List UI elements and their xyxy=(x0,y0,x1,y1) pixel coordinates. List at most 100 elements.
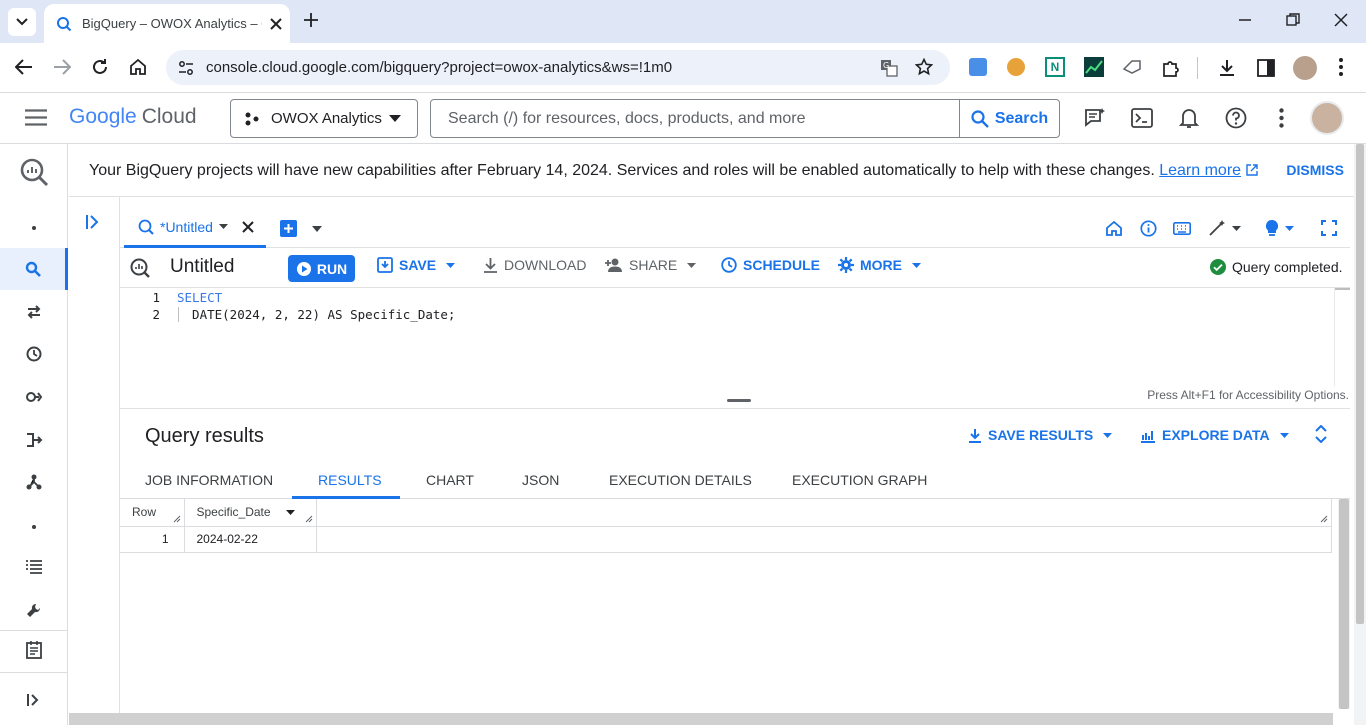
sort-arrow-icon[interactable] xyxy=(285,510,295,515)
help-button[interactable] xyxy=(1225,107,1247,129)
restore-button[interactable] xyxy=(1286,13,1300,27)
extension-5-icon[interactable] xyxy=(1122,59,1142,75)
nav-expand-button[interactable] xyxy=(0,679,68,721)
lightbulb-icon xyxy=(1265,219,1279,236)
results-scrollbar[interactable] xyxy=(1338,499,1350,709)
home-button[interactable] xyxy=(129,58,147,76)
minimize-button[interactable] xyxy=(1238,13,1252,27)
new-tab-button[interactable] xyxy=(302,11,320,29)
ideas-button[interactable] xyxy=(1265,219,1294,237)
project-picker[interactable]: OWOX Analytics xyxy=(230,99,418,138)
learn-more-link[interactable]: Learn more xyxy=(1159,162,1241,179)
query-title[interactable]: Untitled xyxy=(170,256,234,278)
back-button[interactable] xyxy=(15,59,33,75)
tab-execution-details[interactable]: EXECUTION DETAILS xyxy=(609,472,752,488)
info-icon xyxy=(1140,220,1157,237)
download-button[interactable]: DOWNLOAD xyxy=(483,257,586,273)
forward-button[interactable] xyxy=(53,59,71,75)
query-toolbar: Untitled RUN SAVE DOWNLOAD SHARE SCHEDUL… xyxy=(120,248,1350,288)
resize-handle-icon[interactable] xyxy=(1320,515,1328,523)
page-scrollbar[interactable] xyxy=(1354,144,1366,725)
browser-tab[interactable]: BigQuery – OWOX Analytics – G xyxy=(44,4,290,43)
save-results-button[interactable]: SAVE RESULTS xyxy=(968,427,1113,443)
save-button[interactable]: SAVE xyxy=(377,257,456,273)
keyboard-shortcuts-button[interactable] xyxy=(1173,222,1191,235)
browser-menu-button[interactable] xyxy=(1339,58,1343,76)
nav-item-partner-center[interactable] xyxy=(0,461,68,503)
account-avatar[interactable] xyxy=(1310,101,1344,135)
tab-json[interactable]: JSON xyxy=(522,472,559,488)
reload-button[interactable] xyxy=(91,58,109,76)
download-button-label: DOWNLOAD xyxy=(504,257,587,273)
nav-item-monitoring[interactable] xyxy=(0,546,68,588)
extensions-button[interactable] xyxy=(1161,58,1181,78)
dismiss-button[interactable]: DISMISS xyxy=(1286,162,1344,178)
nav-dot-2 xyxy=(0,506,68,548)
nav-item-sql-workspace[interactable] xyxy=(0,248,68,290)
editor-tab-untitled[interactable]: *Untitled xyxy=(124,208,266,248)
translate-icon[interactable]: G xyxy=(880,59,898,77)
more-button[interactable]: MORE xyxy=(838,257,921,273)
chart-extension-icon[interactable] xyxy=(1084,57,1104,77)
nav-item-dataform[interactable] xyxy=(0,419,68,461)
close-tab-icon[interactable] xyxy=(270,17,282,30)
settings-menu-button[interactable] xyxy=(1279,108,1284,128)
resize-handle-icon[interactable] xyxy=(305,515,313,523)
code-line: DATE(2024, 2, 22) AS Specific_Date; xyxy=(177,307,456,322)
resize-handle-icon[interactable] xyxy=(173,515,181,523)
bigquery-product-logo[interactable] xyxy=(0,150,68,194)
home-tab-button[interactable] xyxy=(1106,221,1122,236)
editor-scrollbar[interactable] xyxy=(1334,288,1350,386)
expand-explorer-button[interactable] xyxy=(85,214,101,230)
downloads-button[interactable] xyxy=(1217,58,1237,78)
tab-execution-graph[interactable]: EXECUTION GRAPH xyxy=(792,472,927,488)
explore-data-button[interactable]: EXPLORE DATA xyxy=(1140,427,1289,443)
nav-item-analytics-hub[interactable] xyxy=(0,376,68,418)
search-button-label: Search xyxy=(994,109,1049,127)
column-header-specific-date[interactable]: Specific_Date xyxy=(184,499,317,527)
tab-results[interactable]: RESULTS xyxy=(318,472,382,488)
google-cloud-logo[interactable]: Google Cloud xyxy=(69,105,197,129)
bookmark-star-icon[interactable] xyxy=(915,58,933,76)
nav-item-scheduled-queries[interactable] xyxy=(0,333,68,375)
gemini-button[interactable] xyxy=(1084,107,1106,129)
sql-editor[interactable]: 1 2 SELECT DATE(2024, 2, 22) AS Specific… xyxy=(120,288,1350,408)
side-panel-button[interactable] xyxy=(1257,59,1275,77)
nav-item-release-notes[interactable] xyxy=(0,629,68,671)
nav-item-administration[interactable] xyxy=(0,589,68,631)
cookie-extension-icon[interactable] xyxy=(1007,58,1025,76)
cloud-shell-button[interactable] xyxy=(1131,108,1153,128)
assist-button[interactable] xyxy=(1208,219,1241,237)
url-bar[interactable]: console.cloud.google.com/bigquery?projec… xyxy=(166,50,950,85)
tab-job-information[interactable]: JOB INFORMATION xyxy=(145,472,273,488)
share-button[interactable]: SHARE xyxy=(605,257,697,273)
resize-handle[interactable] xyxy=(727,399,751,402)
close-window-button[interactable] xyxy=(1334,13,1348,27)
main-menu-button[interactable] xyxy=(25,109,47,126)
horizontal-scrollbar[interactable] xyxy=(69,713,1333,725)
new-query-button[interactable] xyxy=(280,220,297,237)
table-row[interactable]: 1 2024-02-22 xyxy=(120,526,1332,553)
fullscreen-button[interactable] xyxy=(1321,220,1337,236)
run-button[interactable]: RUN xyxy=(288,255,355,282)
schedule-button[interactable]: SCHEDULE xyxy=(721,257,820,273)
extension-1-icon[interactable] xyxy=(969,58,987,76)
notifications-button[interactable] xyxy=(1179,107,1199,129)
tab-search-button[interactable] xyxy=(8,8,36,36)
tab-chart[interactable]: CHART xyxy=(426,472,474,488)
notion-extension-icon[interactable]: N xyxy=(1045,57,1065,77)
browser-profile-avatar[interactable] xyxy=(1293,56,1317,80)
new-tab-menu-button[interactable] xyxy=(312,226,322,232)
close-tab-icon[interactable] xyxy=(242,220,254,233)
nav-item-data-transfers[interactable] xyxy=(0,291,68,333)
empty-cell xyxy=(316,526,1332,553)
site-info-icon[interactable] xyxy=(178,60,194,76)
tab-dropdown-icon[interactable] xyxy=(218,224,228,229)
search-input[interactable]: Search (/) for resources, docs, products… xyxy=(430,99,1060,138)
specific-date-cell[interactable]: 2024-02-22 xyxy=(184,526,317,553)
column-header-row[interactable]: Row xyxy=(120,499,185,527)
expand-results-button[interactable] xyxy=(1314,425,1328,443)
search-button[interactable]: Search xyxy=(959,100,1059,137)
query-info-button[interactable] xyxy=(1140,220,1157,237)
code-area[interactable]: SELECT DATE(2024, 2, 22) AS Specific_Dat… xyxy=(177,288,1335,386)
